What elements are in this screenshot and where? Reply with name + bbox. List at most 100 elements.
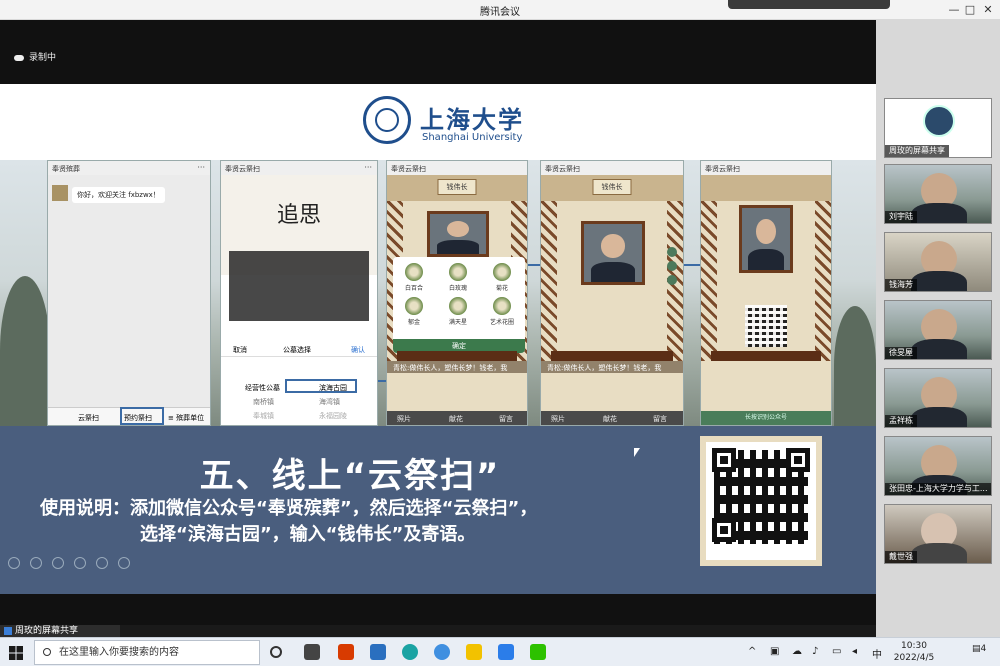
microphone-icon[interactable]: ♪ (812, 646, 818, 657)
phone1-title: 奉贤殡葬 (52, 165, 80, 173)
participant-tile[interactable]: 周玫的屏幕共享 (884, 98, 992, 158)
minimize-button[interactable]: — (946, 2, 962, 18)
picker-option: 南桥镇 (253, 398, 274, 406)
office-icon[interactable] (338, 644, 354, 660)
window-titlebar: 腾讯会议 — □ ✕ (0, 0, 1000, 20)
share-label: 周玫的屏幕共享 (15, 626, 79, 636)
name-plaque: 钱伟长 (437, 179, 477, 195)
participant-tile[interactable]: 戴世强 (884, 504, 992, 564)
chat-bubble: 你好，欢迎关注 fxbzwx！ (72, 187, 165, 203)
picker-confirm: 确认 (351, 346, 365, 354)
taskbar-search-input[interactable]: 在这里输入你要搜索的内容 (34, 640, 260, 665)
screen-share-indicator[interactable]: 周玫的屏幕共享 (0, 625, 120, 637)
phone4-title: 奉贤云祭扫 (545, 165, 580, 173)
close-button[interactable]: ✕ (980, 2, 996, 18)
clock-time: 10:30 (901, 641, 927, 651)
participant-tile[interactable]: 孟祥栋 (884, 368, 992, 428)
participant-name: 徐旻屋 (885, 347, 917, 359)
phone-screenshot-chat: 奉贤殡葬 ··· 你好，欢迎关注 fxbzwx！ 云祭扫 预约祭扫 ≡ 殡葬单位 (47, 160, 211, 426)
taskbar-app-icon[interactable] (304, 644, 320, 660)
ime-indicator[interactable]: 中 (872, 646, 882, 661)
meeting-mini-toolbar[interactable] (728, 0, 890, 9)
participant-name: 钱海芳 (885, 279, 917, 291)
recording-indicator[interactable]: 录制中 (14, 50, 56, 63)
tribute-message: 青松:做伟长人，塑伟长梦！钱老，我 (387, 361, 527, 373)
dialog-overlay (229, 251, 369, 321)
clock-date: 2022/4/5 (893, 653, 935, 663)
notification-count: 4 (980, 644, 987, 654)
cloud-icon (14, 54, 24, 61)
portrait-photo (427, 211, 489, 257)
phone-screenshot-qrcode: 奉贤云祭扫 长按识别公众号 (700, 160, 832, 426)
tab-units: ≡ 殡葬单位 (168, 414, 205, 422)
photo-tab: 照片 (397, 415, 411, 423)
taskbar-clock[interactable]: 10:30 2022/4/5 (888, 640, 940, 664)
tencent-meeting-icon[interactable] (498, 644, 514, 660)
user-icon (4, 626, 12, 635)
portrait-photo (581, 221, 645, 285)
task-view-icon[interactable] (270, 646, 282, 658)
next-slide-icon (30, 557, 42, 569)
qr-caption: 长按识别公众号 (701, 411, 831, 425)
phone2-title: 奉贤云祭扫 (225, 165, 260, 173)
participant-tile[interactable]: 张田忠-上海大学力学与工... (884, 436, 992, 496)
mouse-cursor-icon (634, 448, 640, 457)
zoom-icon (96, 557, 108, 569)
flower-tab: 献花 (603, 415, 617, 423)
wechat-icon[interactable] (530, 644, 546, 660)
mail-icon[interactable] (370, 644, 386, 660)
message-tab: 留言 (499, 415, 513, 423)
instruction-line-2: 选择“滨海古园”，输入“钱伟长”及寄语。 (140, 524, 476, 545)
cemetery-picker: 取消 公墓选择 确认 经营性公墓 滨海古园 南桥镇 海湾镇 奉城镇 永福园陵 (221, 341, 377, 425)
picker-option: 海湾镇 (319, 398, 340, 406)
prev-slide-icon (8, 557, 20, 569)
highlight-box (120, 407, 164, 425)
volume-icon[interactable]: ◂ (852, 646, 857, 657)
phone5-title: 奉贤云祭扫 (705, 165, 740, 173)
flower-tab: 献花 (449, 415, 463, 423)
slides-icon (74, 557, 86, 569)
pen-icon (52, 557, 64, 569)
university-logo-icon (363, 96, 411, 144)
picker-title: 公墓选择 (283, 346, 311, 354)
picker-cancel: 取消 (233, 346, 247, 354)
notification-center-icon[interactable]: ▤4 (972, 644, 986, 654)
qr-code-icon (700, 436, 822, 566)
participant-name: 张田忠-上海大学力学与工... (885, 483, 991, 495)
section-heading: 五、线上“云祭扫” (199, 456, 501, 496)
slideshow-toolbar[interactable] (8, 554, 140, 573)
participant-tile[interactable]: 钱海芳 (884, 232, 992, 292)
folder-icon[interactable] (466, 644, 482, 660)
screen: 腾讯会议 — □ ✕ 录制中 上海大学 Shanghai University … (0, 0, 1000, 666)
windows-taskbar: 在这里输入你要搜索的内容 ^ ▣ ☁ ♪ ▭ ◂ 中 10:30 2022/4/… (0, 637, 1000, 666)
phone-screenshot-picker: 奉贤云祭扫 ··· 追思 取消 公墓选择 确认 经营性公墓 滨海古园 南桥镇 海湾… (220, 160, 378, 426)
participant-list: 周玫的屏幕共享 刘宇陆 钱海芳 徐旻屋 孟祥栋 张田忠-上海大学力学与工... … (876, 20, 1000, 637)
shared-screen-area: 录制中 上海大学 Shanghai University 奉贤殡葬 ··· 你好，… (0, 20, 876, 625)
participant-name: 刘宇陆 (885, 211, 917, 223)
maximize-button[interactable]: □ (962, 2, 978, 18)
tribute-message: 青松:做伟长人，塑伟长梦！钱老，我 (541, 361, 683, 373)
highlight-box (285, 379, 357, 393)
search-placeholder: 在这里输入你要搜索的内容 (59, 647, 179, 658)
portrait-photo (739, 205, 793, 273)
participant-name: 孟祥栋 (885, 415, 917, 427)
browser-icon[interactable] (434, 644, 450, 660)
windows-start-icon[interactable] (9, 646, 23, 660)
cloud-icon[interactable]: ☁ (792, 646, 802, 657)
participant-tile[interactable]: 刘宇陆 (884, 164, 992, 224)
phone-screenshot-flowers: 奉贤云祭扫 钱伟长 白百合 白玫瑰 菊花 郁金 满天星 艺术花圈 确定 青松:做… (386, 160, 528, 426)
search-icon (43, 648, 51, 656)
edge-icon[interactable] (402, 644, 418, 660)
message-tab: 留言 (653, 415, 667, 423)
participant-tile[interactable]: 徐旻屋 (884, 300, 992, 360)
picker-option: 永福园陵 (319, 412, 347, 420)
tray-arrow-icon[interactable]: ^ (748, 646, 756, 657)
network-icon[interactable]: ▭ (832, 646, 841, 657)
presentation-slide: 上海大学 Shanghai University 奉贤殡葬 ··· 你好，欢迎关注… (0, 84, 876, 594)
more-icon (118, 557, 130, 569)
tray-app-icon[interactable]: ▣ (770, 646, 779, 657)
participant-name: 周玫的屏幕共享 (885, 145, 949, 157)
qr-code-icon (745, 305, 787, 347)
tab-cloud-sweep: 云祭扫 (78, 414, 99, 422)
participant-name: 戴世强 (885, 551, 917, 563)
